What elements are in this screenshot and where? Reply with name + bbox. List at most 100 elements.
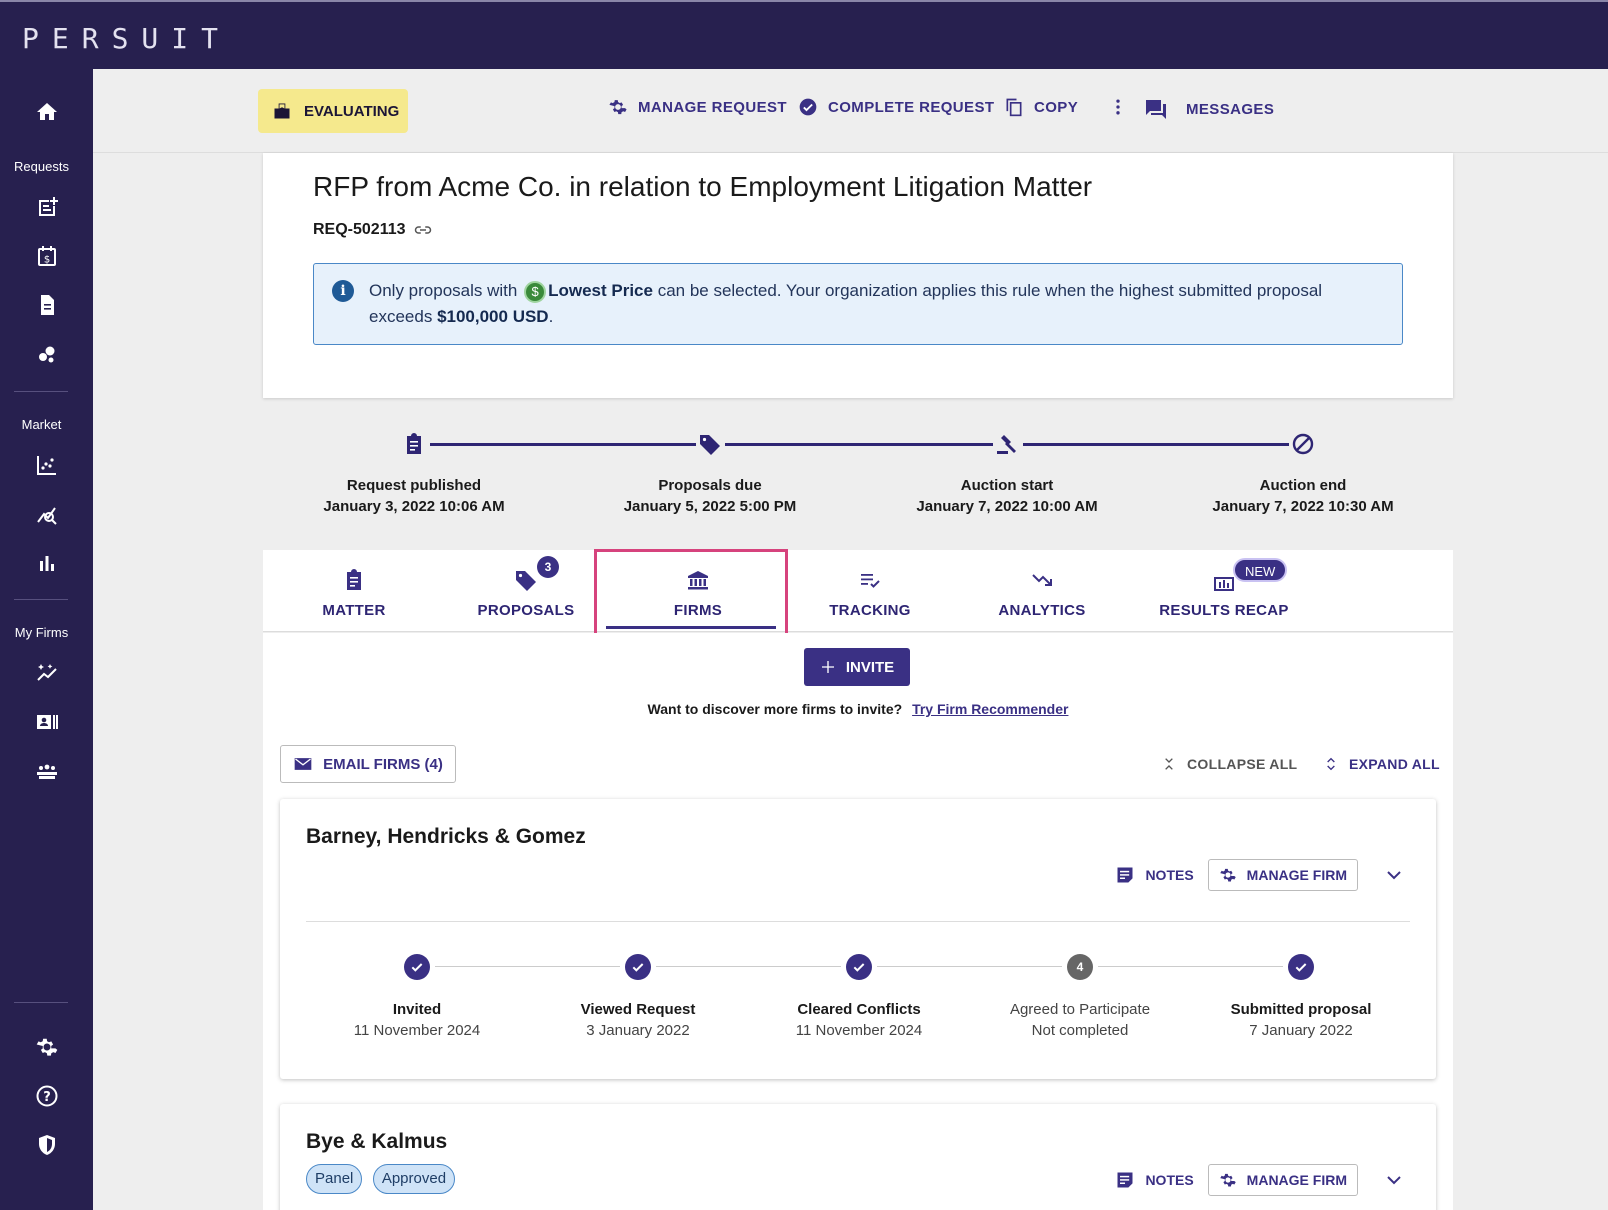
messages-button[interactable]: MESSAGES — [1144, 97, 1274, 121]
market-search-icon[interactable] — [0, 496, 93, 532]
timeline-step-date: January 7, 2022 10:30 AM — [1212, 498, 1394, 515]
progress-step-conflicts: Cleared Conflicts 11 November 2024 — [749, 999, 969, 1041]
timeline-step-date: January 7, 2022 10:00 AM — [916, 498, 1098, 515]
shield-icon[interactable] — [0, 1127, 93, 1163]
bubbles-icon[interactable] — [0, 336, 93, 372]
complete-request-label: COMPLETE REQUEST — [828, 98, 995, 116]
copy-button[interactable]: COPY — [1004, 97, 1078, 117]
messages-icon — [1146, 100, 1166, 119]
threshold-amount: $100,000 USD — [437, 307, 549, 326]
firm-tag: Panel — [306, 1164, 363, 1194]
bar-chart-icon[interactable] — [0, 545, 93, 581]
timeline-step-label: Auction end — [1259, 477, 1347, 494]
document-icon[interactable] — [0, 287, 93, 323]
discover-firms-prompt: Want to discover more firms to invite? T… — [263, 701, 1453, 717]
notes-icon — [1117, 867, 1133, 883]
chevron-down-icon[interactable] — [1382, 863, 1406, 887]
sparkle-chart-icon[interactable] — [0, 655, 93, 691]
expand-icon — [1327, 757, 1335, 771]
status-badge: EVALUATING — [258, 89, 408, 133]
firm-divider — [306, 921, 1410, 922]
collapse-all-label: COLLAPSE ALL — [1187, 756, 1298, 772]
top-bar: PERSUIT — [0, 0, 1608, 69]
messages-label: MESSAGES — [1186, 100, 1275, 118]
firm-actions: NOTES MANAGE FIRM — [1115, 859, 1406, 891]
notes-button[interactable]: NOTES — [1115, 1170, 1194, 1190]
tab-matter[interactable]: MATTER — [269, 550, 439, 632]
step-value: 11 November 2024 — [353, 1022, 481, 1039]
persuit-logo[interactable]: PERSUIT — [22, 22, 231, 55]
svg-text:$: $ — [43, 255, 49, 266]
tab-proposals[interactable]: 3 PROPOSALS — [441, 550, 611, 632]
request-id-label: REQ-502113 — [313, 221, 406, 238]
manage-firm-button[interactable]: MANAGE FIRM — [1207, 1164, 1358, 1196]
request-action-bar: EVALUATING MANAGE REQUEST COMPLETE REQUE… — [93, 69, 1608, 153]
info-icon: i — [332, 280, 354, 302]
tag-icon — [516, 571, 536, 591]
firm-card: Bye & Kalmus Panel Approved NOTES MANAGE… — [280, 1104, 1436, 1210]
check-circle-icon — [799, 98, 817, 116]
timeline-step-date: January 3, 2022 10:06 AM — [323, 498, 505, 515]
tab-label: RESULTS RECAP — [1159, 602, 1289, 619]
complete-request-button[interactable]: COMPLETE REQUEST — [798, 97, 994, 117]
tab-label: MATTER — [322, 602, 386, 619]
gavel-icon — [994, 431, 1020, 457]
timeline-step-label: Request published — [346, 477, 482, 494]
timeline-step-published: Request published January 3, 2022 10:06 … — [304, 475, 524, 517]
kebab-menu-icon — [1116, 99, 1120, 115]
request-timeline: Request published January 3, 2022 10:06 … — [263, 425, 1453, 535]
step-label: Invited — [392, 1001, 442, 1018]
contact-card-icon[interactable] — [0, 704, 93, 740]
sidebar-divider — [14, 391, 68, 392]
firm-recommender-link[interactable]: Try Firm Recommender — [912, 701, 1068, 717]
sidebar-nav: Requests $ Market My Firms ? — [0, 69, 93, 1210]
tab-analytics[interactable]: ANALYTICS — [957, 550, 1127, 632]
tab-results-recap[interactable]: NEW RESULTS RECAP — [1129, 550, 1319, 632]
sidebar-section-requests: Requests — [14, 159, 69, 174]
tab-label: ANALYTICS — [998, 602, 1086, 619]
mail-icon — [294, 758, 312, 770]
email-firms-button[interactable]: EMAIL FIRMS (4) — [280, 745, 456, 783]
info-text-prefix: Only proposals with — [369, 281, 518, 300]
trending-down-icon — [1032, 574, 1052, 586]
progress-connector — [435, 966, 620, 967]
page-title: RFP from Acme Co. in relation to Employm… — [313, 171, 1093, 202]
chevron-down-icon[interactable] — [1382, 1168, 1406, 1192]
gear-icon — [1219, 868, 1236, 882]
timeline-step-proposals-due: Proposals due January 5, 2022 5:00 PM — [600, 475, 820, 517]
help-icon[interactable]: ? — [0, 1078, 93, 1114]
notes-button[interactable]: NOTES — [1115, 865, 1194, 885]
timeline-step-label: Auction start — [960, 477, 1054, 494]
billing-icon[interactable]: $ — [0, 238, 93, 274]
step-label: Submitted proposal — [1230, 1001, 1372, 1018]
collapse-icon — [1165, 758, 1173, 770]
firm-name: Barney, Hendricks & Gomez — [306, 825, 586, 848]
more-options-button[interactable] — [1108, 97, 1128, 117]
proposals-count-badge: 3 — [537, 556, 559, 578]
new-request-icon[interactable] — [0, 189, 93, 225]
expand-all-label: EXPAND ALL — [1349, 756, 1440, 772]
evaluating-icon — [274, 103, 290, 119]
settings-icon[interactable] — [0, 1029, 93, 1065]
tag-icon — [697, 431, 723, 457]
manage-request-label: MANAGE REQUEST — [638, 98, 787, 116]
expand-all-button[interactable]: EXPAND ALL — [1323, 756, 1440, 772]
scatter-chart-icon[interactable] — [0, 447, 93, 483]
step-value: Not completed — [1031, 1022, 1129, 1039]
manage-firm-button[interactable]: MANAGE FIRM — [1207, 859, 1358, 891]
copy-label: COPY — [1034, 98, 1079, 116]
tab-tracking[interactable]: TRACKING — [785, 550, 955, 632]
status-label: EVALUATING — [304, 102, 400, 120]
check-icon — [404, 954, 430, 980]
tab-label: TRACKING — [829, 602, 911, 619]
request-tabs: MATTER 3 PROPOSALS FIRMS TRACKING ANALYT… — [263, 550, 1453, 632]
link-icon[interactable] — [414, 221, 432, 239]
new-badge: NEW — [1233, 558, 1288, 582]
clipboard-icon — [401, 431, 427, 457]
invite-button[interactable]: INVITE — [804, 648, 910, 686]
team-icon[interactable] — [0, 753, 93, 789]
collapse-all-button[interactable]: COLLAPSE ALL — [1161, 756, 1297, 772]
manage-request-button[interactable]: MANAGE REQUEST — [608, 97, 787, 117]
timeline-step-date: January 5, 2022 5:00 PM — [623, 498, 797, 515]
home-icon[interactable] — [0, 94, 93, 130]
